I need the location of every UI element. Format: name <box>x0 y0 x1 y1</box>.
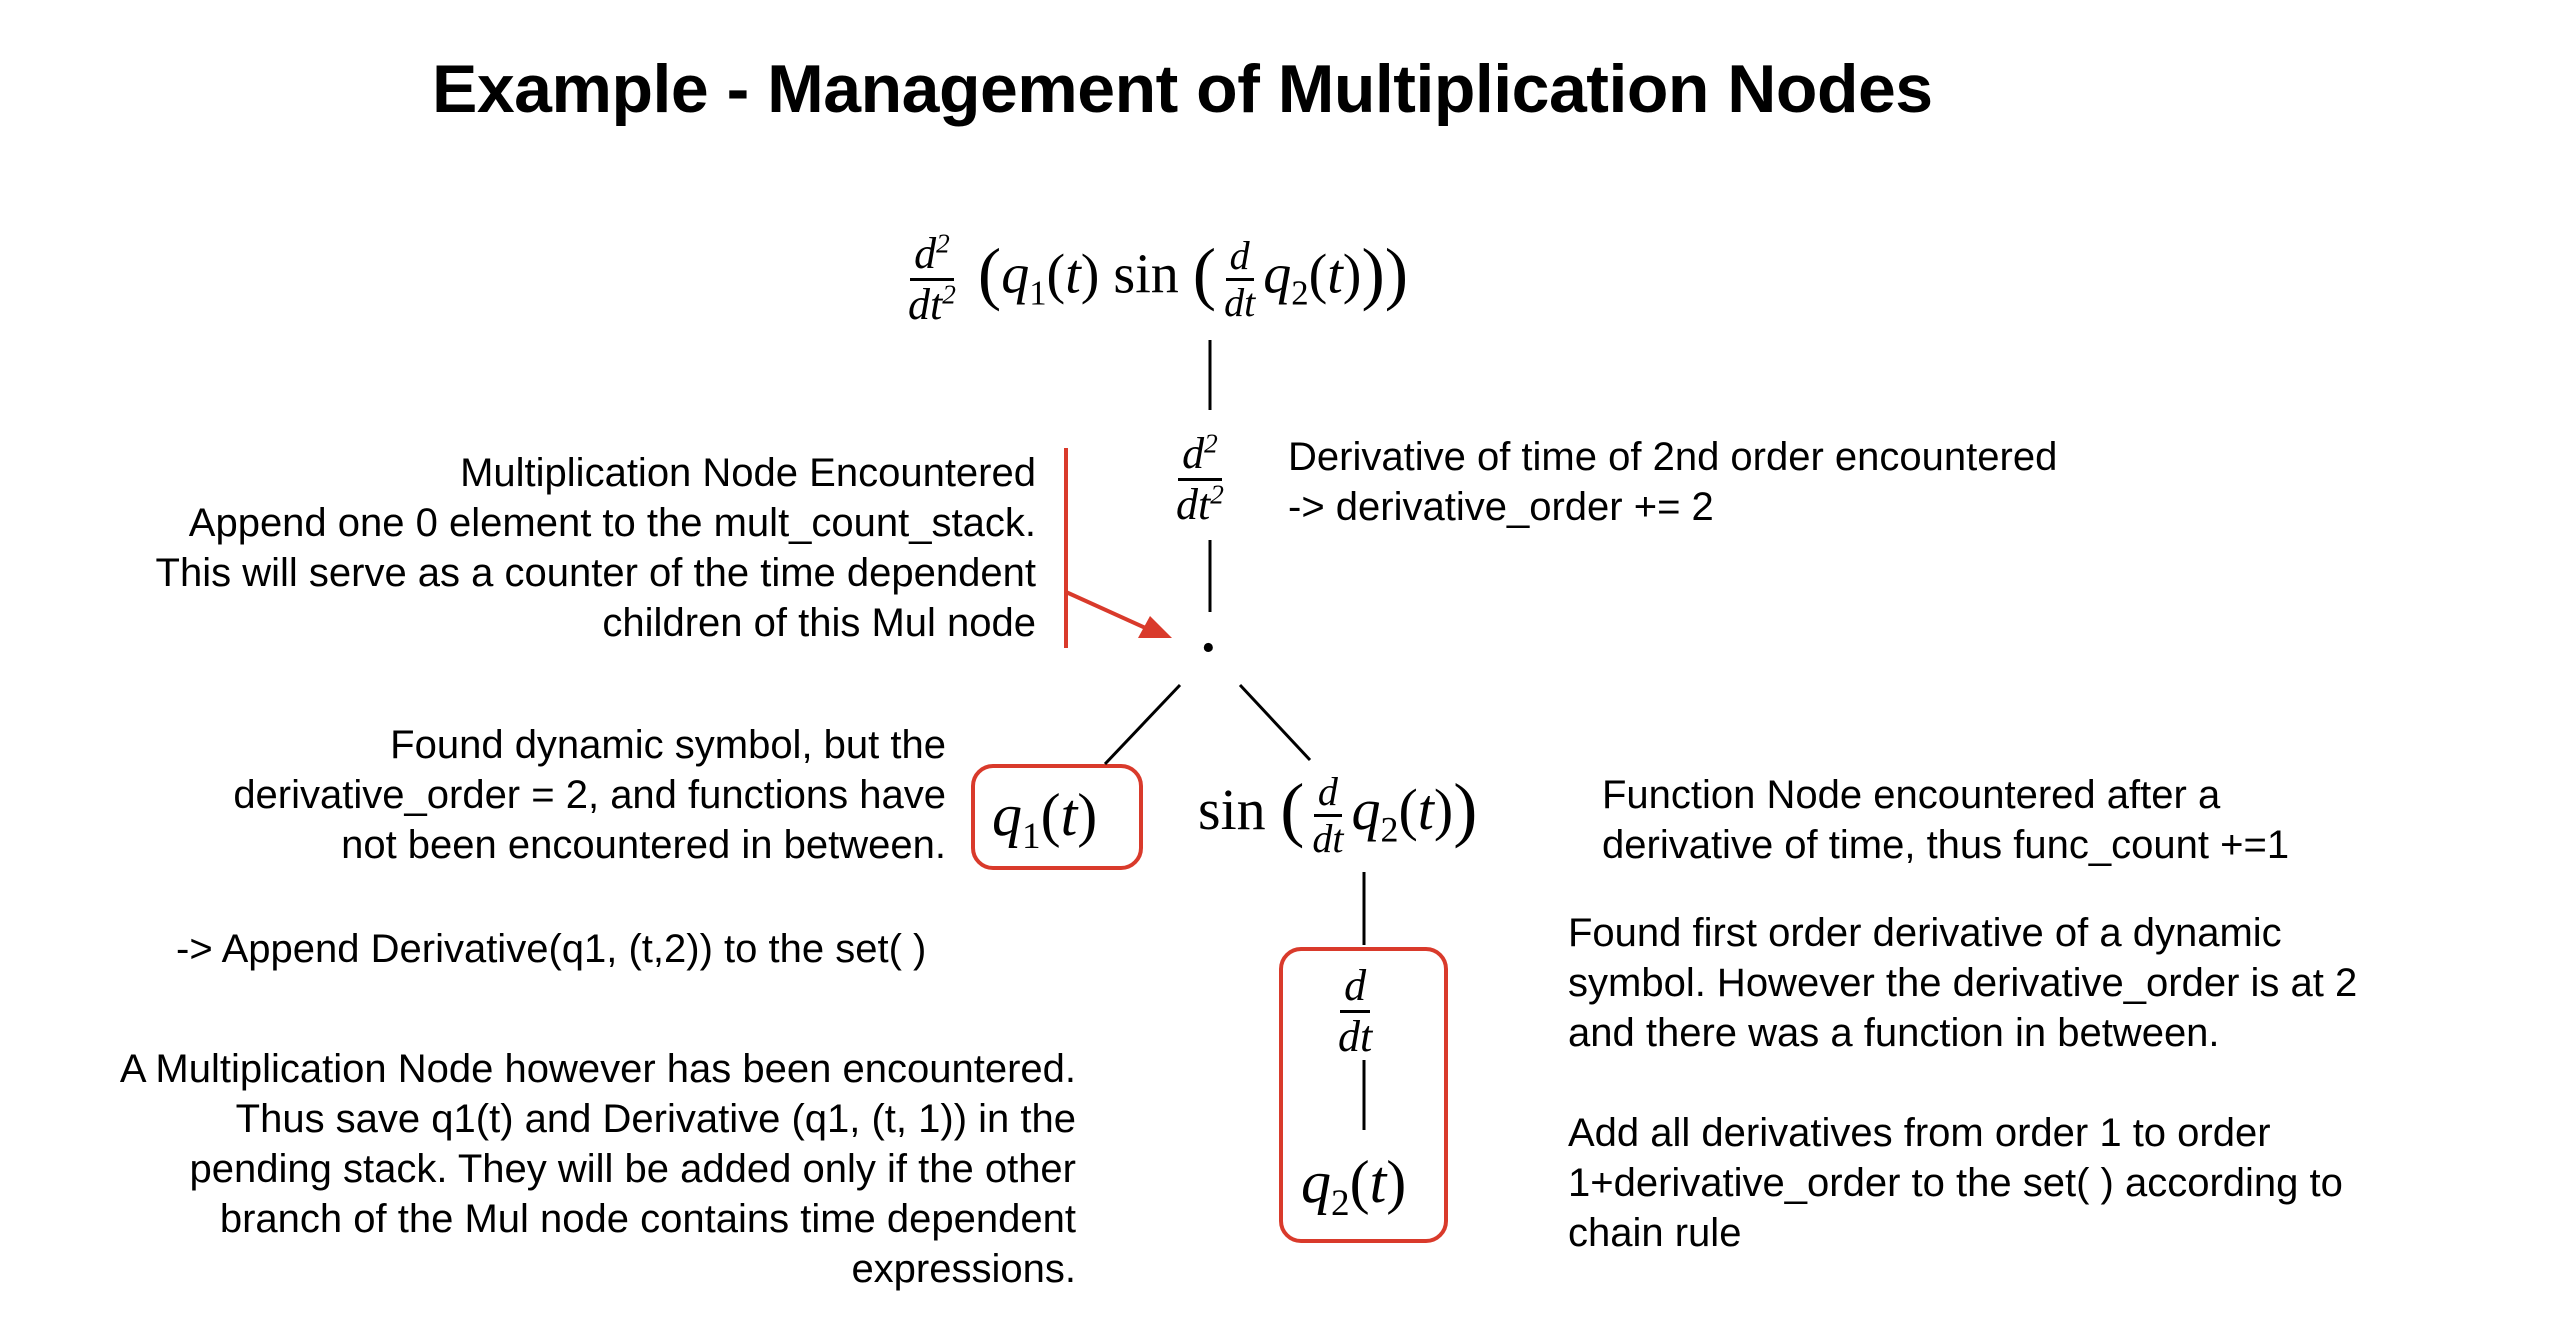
note-line: children of this Mul node <box>602 601 1036 645</box>
note-line: symbol. However the derivative_order is … <box>1568 961 2358 1005</box>
note-line: Found first order derivative of a dynami… <box>1568 911 2282 955</box>
note-line: not been encountered in between. <box>341 823 946 867</box>
note-line: pending stack. They will be added only i… <box>189 1147 1076 1191</box>
note-mul-node: Multiplication Node Encountered Append o… <box>156 448 1036 648</box>
note-line: Found dynamic symbol, but the <box>390 723 946 767</box>
note-line: derivative_order = 2, and functions have <box>233 773 946 817</box>
note-line: Add all derivatives from order 1 to orde… <box>1568 1111 2271 1155</box>
edge-mul-to-q1 <box>1103 683 1182 766</box>
note-line: derivative of time, thus func_count +=1 <box>1602 823 2290 867</box>
note-line: Multiplication Node Encountered <box>460 451 1036 495</box>
note-line: chain rule <box>1568 1211 1742 1255</box>
note-derivative-2nd: Derivative of time of 2nd order encounte… <box>1288 432 2057 532</box>
note-line: branch of the Mul node contains time dep… <box>219 1197 1076 1241</box>
note-append-derivative: -> Append Derivative(q1, (t,2)) to the s… <box>176 927 927 971</box>
note-line: Derivative of time of 2nd order encounte… <box>1288 435 2058 479</box>
note-line: This will serve as a counter of the time… <box>155 551 1036 595</box>
note-dynamic-symbol: Found dynamic symbol, but the derivative… <box>233 720 946 870</box>
note-mul-pending: A Multiplication Node however has been e… <box>120 1044 1076 1294</box>
edge-mul-to-sin <box>1238 683 1312 762</box>
note-function-node: Function Node encountered after a deriva… <box>1602 770 2289 870</box>
note-line: expressions. <box>851 1247 1076 1291</box>
note-line: Function Node encountered after a <box>1602 773 2221 817</box>
note-line: -> derivative_order += 2 <box>1288 485 1714 529</box>
note-line: Thus save q1(t) and Derivative (q1, (t, … <box>235 1097 1076 1141</box>
note-add-all: Add all derivatives from order 1 to orde… <box>1568 1108 2343 1258</box>
mul-note-arrow-shaft <box>1065 590 1151 632</box>
note-first-order: Found first order derivative of a dynami… <box>1568 908 2357 1058</box>
note-line: Append one 0 element to the mult_count_s… <box>188 501 1036 545</box>
note-line: and there was a function in between. <box>1568 1011 2220 1055</box>
note-line: A Multiplication Node however has been e… <box>119 1047 1076 1091</box>
note-line: 1+derivative_order to the set( ) accordi… <box>1568 1161 2343 1205</box>
